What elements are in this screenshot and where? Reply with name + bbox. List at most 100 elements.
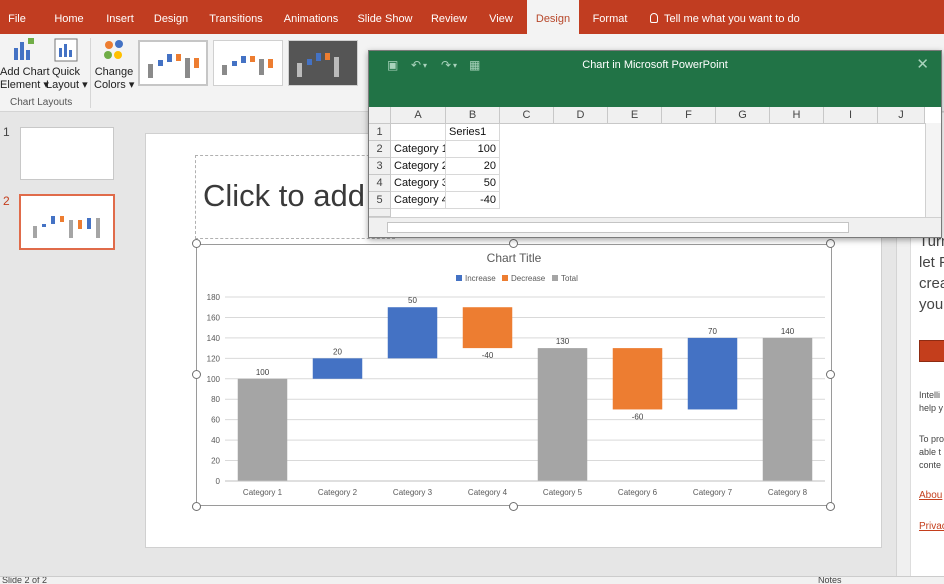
legend-label-decrease: Decrease [511, 274, 546, 283]
quick-layout-line2: Layout [46, 79, 80, 91]
tab-insert[interactable]: Insert [100, 0, 140, 34]
column-header-g[interactable]: G [716, 107, 770, 124]
column-header-d[interactable]: D [554, 107, 608, 124]
tab-transitions[interactable]: Transitions [204, 0, 268, 34]
x-tick-label-7: Category 7 [693, 488, 733, 497]
row-header-3[interactable]: 3 [369, 158, 391, 175]
tell-me-box[interactable]: Tell me what you want to do [650, 0, 800, 38]
data-label-7: 70 [708, 327, 717, 336]
legend-swatch-increase [456, 275, 462, 281]
add-chart-element-line1: Add Chart [0, 66, 50, 78]
chart-data-window-title: Chart in Microsoft PowerPoint [582, 59, 728, 71]
chart-layouts-group-label: Chart Layouts [10, 97, 73, 108]
chart-title: Chart Title [487, 251, 542, 265]
x-tick-label-6: Category 6 [618, 488, 658, 497]
data-label-6: -60 [632, 412, 644, 421]
tab-design[interactable]: Design [150, 0, 192, 34]
tab-format[interactable]: Format [586, 0, 634, 34]
chart-resize-handle-t[interactable] [509, 239, 518, 248]
column-header-c[interactable]: C [500, 107, 554, 124]
bar-5 [537, 348, 588, 481]
tab-review[interactable]: Review [426, 0, 472, 34]
column-header-h[interactable]: H [770, 107, 824, 124]
column-header-j[interactable]: J [878, 107, 925, 124]
cell-a2[interactable]: Category 1 [391, 141, 446, 158]
tab-slide-show[interactable]: Slide Show [354, 0, 416, 34]
cell-b2[interactable]: 100 [446, 141, 500, 158]
row-header-4[interactable]: 4 [369, 175, 391, 192]
row-header-5[interactable]: 5 [369, 192, 391, 209]
chart-data-window[interactable]: ▣ ↶ ▾ ↷ ▾ ▦ Chart in Microsoft PowerPoin… [368, 50, 942, 238]
cell-a3[interactable]: Category 2 [391, 158, 446, 175]
slide-thumbnail-1[interactable] [20, 127, 114, 180]
data-label-3: 50 [408, 296, 417, 305]
notes-button[interactable]: Notes [818, 577, 842, 584]
tab-view[interactable]: View [482, 0, 520, 34]
close-icon[interactable]: ✕ [916, 55, 929, 73]
select-all-corner[interactable] [369, 107, 391, 124]
sheet-scroll-thumb[interactable] [387, 222, 849, 233]
column-header-a[interactable]: A [391, 107, 446, 124]
column-header-i[interactable]: I [824, 107, 878, 124]
add-chart-element-button[interactable]: Add Chart Element ▾ [0, 36, 50, 92]
change-colors-button[interactable]: Change Colors ▾ [94, 36, 134, 92]
chart-style-3[interactable] [288, 40, 358, 86]
about-link[interactable]: Abou [919, 490, 942, 501]
bar-7 [687, 337, 738, 410]
chart-resize-handle-tr[interactable] [826, 239, 835, 248]
task-pane-heading-2: let P [919, 254, 944, 271]
palette-icon [100, 36, 128, 64]
slide-count: Slide 2 of 2 [2, 576, 48, 584]
chart-resize-handle-br[interactable] [826, 502, 835, 511]
row-header-2[interactable]: 2 [369, 141, 391, 158]
slide-thumbnail-2[interactable] [19, 194, 115, 250]
chart-resize-handle-b[interactable] [509, 502, 518, 511]
x-tick-label-3: Category 3 [393, 488, 433, 497]
tab-chart-design[interactable]: Design [527, 0, 579, 34]
chart-resize-handle-r[interactable] [826, 370, 835, 379]
ribbon-tab-bar: File Home Insert Design Transitions Anim… [0, 0, 944, 34]
tab-file[interactable]: File [0, 0, 34, 34]
column-header-e[interactable]: E [608, 107, 662, 124]
column-header-b[interactable]: B [446, 107, 500, 124]
add-chart-element-icon [8, 36, 36, 64]
cell-a5[interactable]: Category 4 [391, 192, 446, 209]
add-chart-element-line2: Element [0, 79, 41, 91]
cell-b1[interactable]: Series1 [446, 124, 500, 141]
y-tick-label-40: 40 [211, 436, 220, 445]
sheet-vertical-scrollbar[interactable] [925, 123, 941, 217]
task-pane-heading-4: you [919, 296, 944, 313]
column-header-f[interactable]: F [662, 107, 716, 124]
legend-swatch-decrease [502, 275, 508, 281]
chart-resize-handle-l[interactable] [192, 370, 201, 379]
task-pane-body-2a: To pro [919, 434, 944, 444]
bar-3 [387, 307, 438, 359]
sheet-horizontal-scrollbar[interactable] [369, 217, 941, 237]
tab-home[interactable]: Home [46, 0, 92, 34]
chart-style-2[interactable] [213, 40, 283, 86]
bar-8 [762, 337, 813, 481]
slide-2-chart-preview [33, 216, 100, 238]
row-header-1[interactable]: 1 [369, 124, 391, 141]
cell-b5[interactable]: -40 [446, 192, 500, 209]
chart-style-1[interactable] [138, 40, 208, 86]
cell-b3[interactable]: 20 [446, 158, 500, 175]
task-pane-action-button[interactable] [919, 340, 944, 362]
title-placeholder[interactable]: Click to add [195, 155, 395, 239]
row-header-6[interactable] [369, 209, 391, 217]
cell-a1[interactable] [391, 124, 446, 141]
data-label-4: -40 [482, 351, 494, 360]
y-tick-label-160: 160 [207, 313, 221, 322]
quick-layout-line1: Quick [51, 66, 81, 78]
chart-resize-handle-bl[interactable] [192, 502, 201, 511]
cell-b4[interactable]: 50 [446, 175, 500, 192]
chart-resize-handle-tl[interactable] [192, 239, 201, 248]
chart-svg: Chart Title Increase Decrease Total 0 20 40 60 8… [207, 251, 825, 497]
quick-layout-button[interactable]: Quick Layout ▾ [46, 36, 88, 92]
waterfall-chart[interactable]: Chart Title Increase Decrease Total 0 20 40 60 8… [196, 244, 832, 506]
y-tick-label-140: 140 [207, 334, 221, 343]
tab-animations[interactable]: Animations [278, 0, 344, 34]
cell-a4[interactable]: Category 3 [391, 175, 446, 192]
privacy-link[interactable]: Privac [919, 521, 944, 532]
x-tick-label-2: Category 2 [318, 488, 358, 497]
